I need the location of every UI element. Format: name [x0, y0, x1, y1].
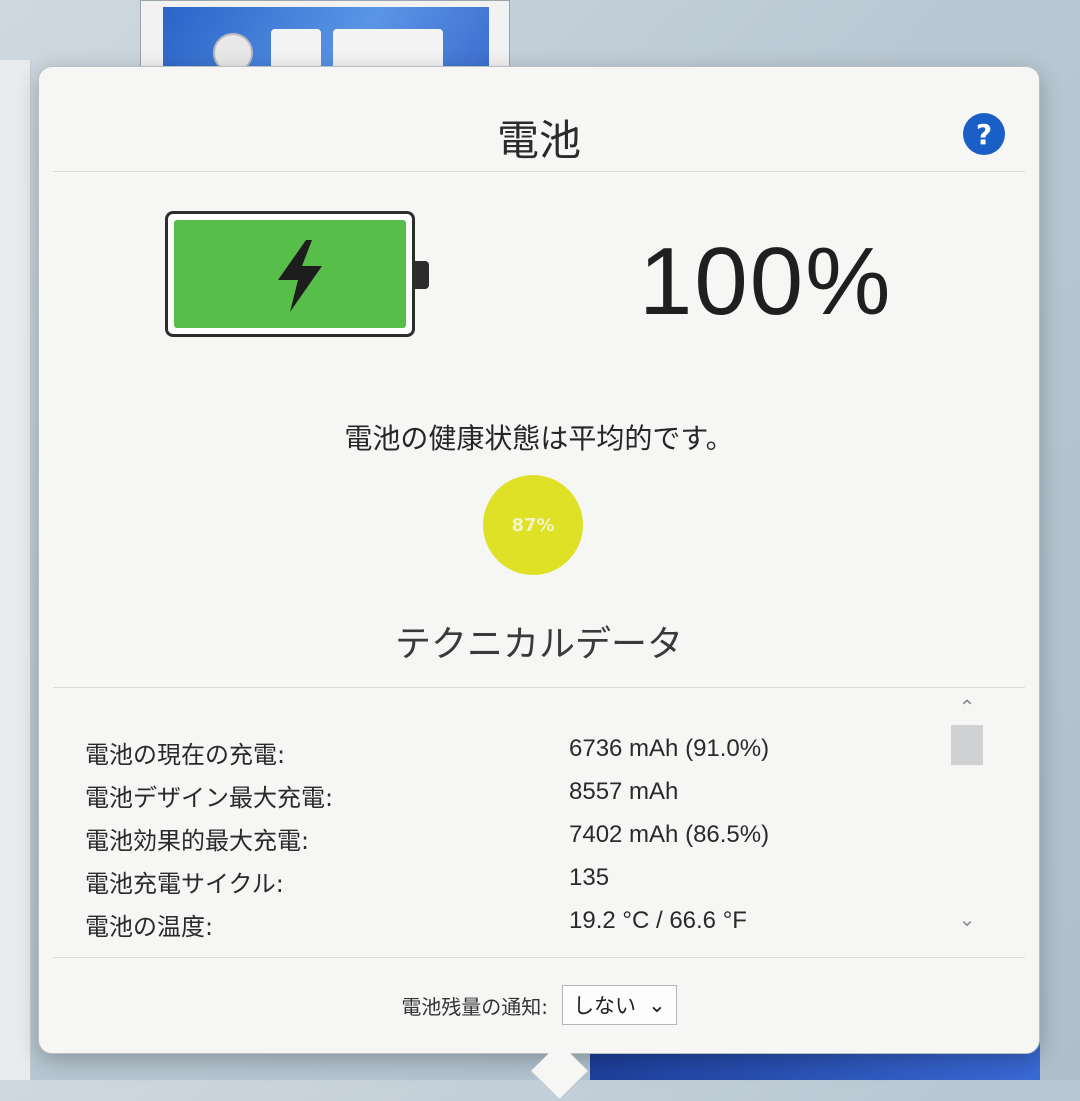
notification-setting: 電池残量の通知: しない ⌄: [39, 985, 1039, 1025]
title-divider: [53, 171, 1025, 172]
row-label: 電池充電サイクル:: [85, 870, 284, 898]
battery-popup: 電池 ? 100% 電池の健康状態は平均的です。 87% テクニカルデータ 電池…: [38, 66, 1040, 1101]
scroll-down-icon[interactable]: ⌄: [947, 907, 987, 931]
row-label: 電池の現在の充電:: [85, 741, 286, 769]
table-row: 電池の温度: 19.2 °C / 66.6 °F: [85, 907, 805, 950]
table-row: 電池充電サイクル: 135: [85, 864, 805, 907]
row-value: 8557 mAh: [569, 778, 679, 805]
row-value: 19.2 °C / 66.6 °F: [569, 907, 747, 934]
popup-title: 電池: [496, 116, 581, 165]
row-value: 7402 mAh (86.5%): [569, 821, 770, 848]
table-row: 電池効果的最大充電: 7402 mAh (86.5%): [85, 821, 805, 864]
table-row: 電池デザイン最大充電: 8557 mAh: [85, 778, 805, 821]
background-window-screen: [163, 7, 489, 73]
scroll-up-icon[interactable]: ⌃: [947, 695, 987, 719]
battery-health-percent: 87%: [511, 514, 555, 536]
popup-pointer: [530, 1042, 589, 1101]
table-row: 電池の現在の充電: 6736 mAh (91.0%): [85, 735, 805, 778]
background-tile: [271, 29, 321, 69]
technical-data-title: テクニカルデータ: [394, 624, 683, 665]
charging-bolt-icon: [278, 240, 322, 312]
help-icon[interactable]: ?: [963, 113, 1005, 155]
row-value: 6736 mAh (91.0%): [569, 735, 770, 762]
battery-health-indicator: 87%: [483, 475, 583, 575]
technical-divider: [53, 687, 1025, 688]
background-window: [140, 0, 510, 73]
background-tile: [333, 29, 443, 69]
chevron-down-icon: ⌄: [648, 993, 666, 1017]
row-value: 135: [569, 864, 610, 891]
row-label: 電池効果的最大充電:: [85, 827, 310, 855]
battery-health-text: 電池の健康状態は平均的です。: [344, 422, 734, 455]
notification-select[interactable]: しない ⌄: [562, 985, 677, 1025]
technical-data-scrollbar[interactable]: ⌃ ⌄: [947, 695, 987, 935]
battery-icon: [165, 211, 415, 337]
scroll-thumb[interactable]: [951, 725, 983, 765]
background-sidebar: [0, 60, 31, 1080]
notification-label: 電池残量の通知:: [401, 994, 549, 1019]
footer-divider: [53, 957, 1025, 958]
battery-terminal: [415, 261, 429, 289]
technical-data-list: 電池の現在の充電: 6736 mAh (91.0%) 電池デザイン最大充電: 8…: [85, 735, 805, 950]
notification-selected-value: しない: [573, 994, 637, 1018]
battery-percentage: 100%: [639, 228, 893, 335]
row-label: 電池の温度:: [85, 913, 214, 941]
row-label: 電池デザイン最大充電:: [85, 784, 334, 812]
